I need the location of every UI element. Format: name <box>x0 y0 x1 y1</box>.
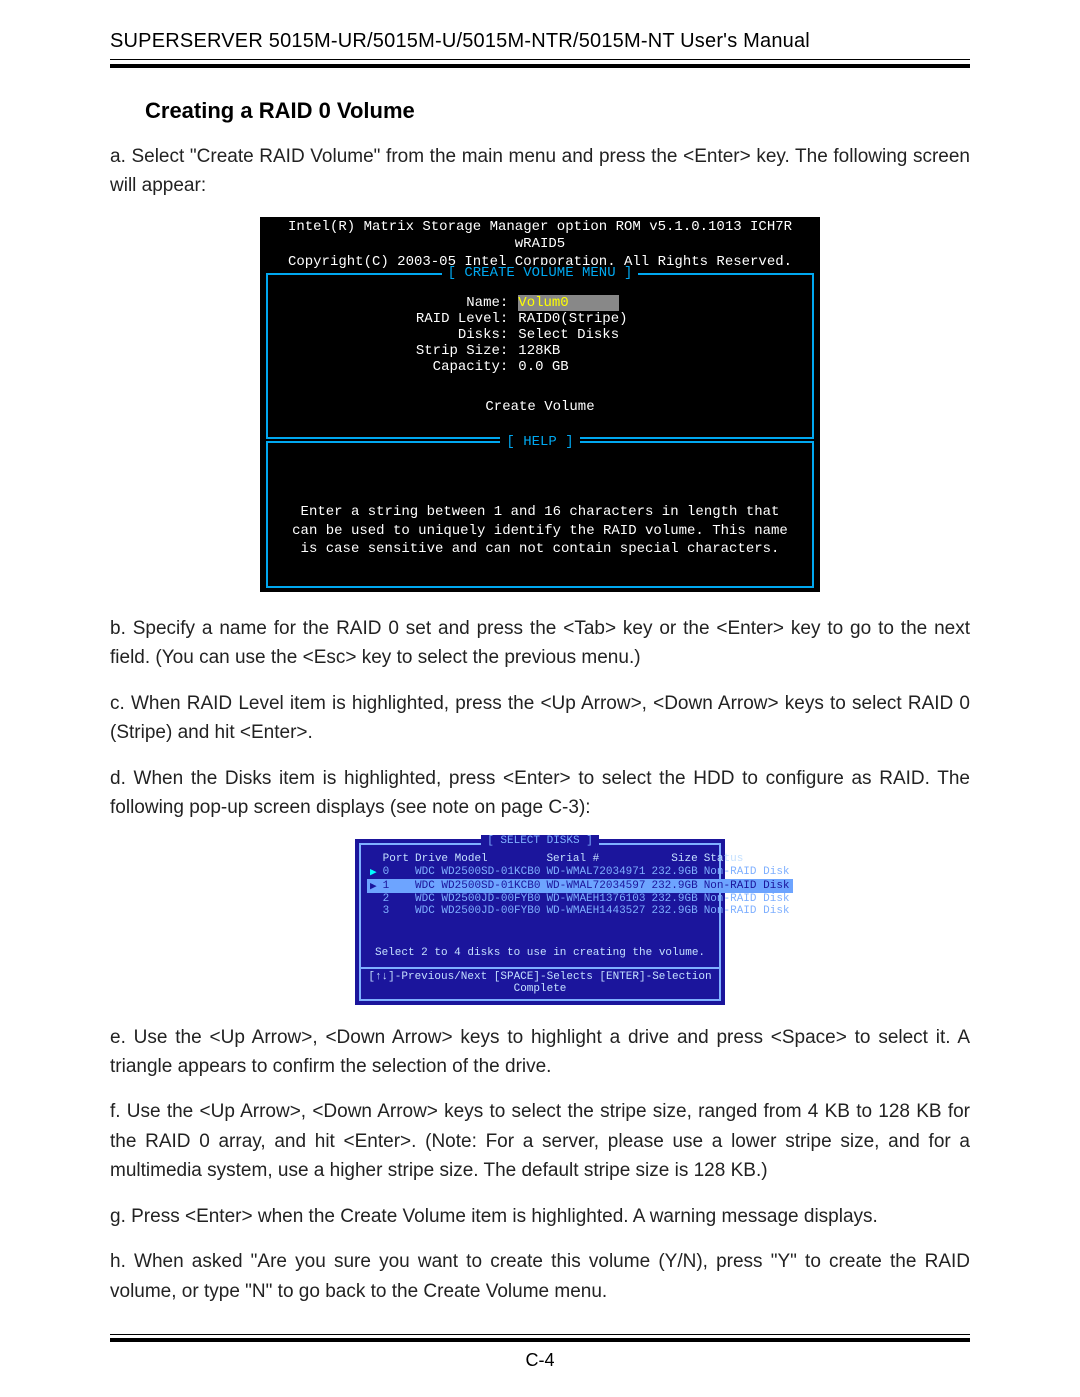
col-model: Drive Model <box>412 853 543 865</box>
bios-value-raid-level[interactable]: RAID0(Stripe) <box>518 311 812 327</box>
bios-create-volume-screen: Intel(R) Matrix Storage Manager option R… <box>260 217 820 592</box>
bios-label-strip-size: Strip Size: <box>268 343 508 359</box>
bios-create-volume-button[interactable]: Create Volume <box>268 389 812 437</box>
footer-rule-thick <box>110 1338 970 1342</box>
paragraph-c: c. When RAID Level item is highlighted, … <box>110 689 970 748</box>
disk-row[interactable]: 3 WDC WD2500JD-00FYB0 WD-WMAEH1443527 23… <box>367 905 793 917</box>
bios-create-menu-title: [ CREATE VOLUME MENU ] <box>442 265 639 281</box>
bios-label-disks: Disks: <box>268 327 508 343</box>
paragraph-f: f. Use the <Up Arrow>, <Down Arrow> keys… <box>110 1097 970 1185</box>
disk-row[interactable]: ▶ 0 WDC WD2500SD-01KCB0 WD-WMAL72034971 … <box>367 865 793 879</box>
disk-table-header: Port Drive Model Serial # Size Status <box>367 853 793 865</box>
header-rule-thick <box>110 64 970 68</box>
paragraph-e: e. Use the <Up Arrow>, <Down Arrow> keys… <box>110 1023 970 1082</box>
paragraph-a: a. Select "Create RAID Volume" from the … <box>110 142 970 201</box>
paragraph-b: b. Specify a name for the RAID 0 set and… <box>110 614 970 673</box>
col-port: Port <box>380 853 412 865</box>
bios-label-raid-level: RAID Level: <box>268 311 508 327</box>
disk-table: Port Drive Model Serial # Size Status ▶ … <box>367 853 793 917</box>
bios-header-line-1: Intel(R) Matrix Storage Manager option R… <box>260 219 820 254</box>
col-status: Status <box>701 853 793 865</box>
popup-instruction: Select 2 to 4 disks to use in creating t… <box>367 917 713 961</box>
page-number: C-4 <box>525 1350 554 1370</box>
footer-rule-thin <box>110 1334 970 1335</box>
bios-value-capacity: 0.0 GB <box>518 359 812 375</box>
bios-value-name[interactable]: Volum0 <box>518 295 618 311</box>
header-rule-thin <box>110 59 970 60</box>
running-header: SUPERSERVER 5015M-UR/5015M-U/5015M-NTR/5… <box>110 30 970 59</box>
bios-label-name: Name: <box>268 295 508 311</box>
select-disks-popup: [ SELECT DISKS ] Port Drive Model Serial… <box>355 839 725 1005</box>
popup-title: [ SELECT DISKS ] <box>481 835 599 847</box>
bios-value-disks[interactable]: Select Disks <box>518 327 812 343</box>
paragraph-d: d. When the Disks item is highlighted, p… <box>110 764 970 823</box>
bios-help-text: Enter a string between 1 and 16 characte… <box>292 503 788 558</box>
disk-row[interactable]: ▶ 1 WDC WD2500SD-01KCB0 WD-WMAL72034597 … <box>367 879 793 893</box>
paragraph-g: g. Press <Enter> when the Create Volume … <box>110 1202 970 1231</box>
triangle-icon <box>367 893 380 905</box>
section-title: Creating a RAID 0 Volume <box>110 98 970 124</box>
popup-footer-keys: [↑↓]-Previous/Next [SPACE]-Selects [ENTE… <box>361 967 719 999</box>
col-size: Size <box>648 853 700 865</box>
triangle-icon <box>367 905 380 917</box>
bios-label-capacity: Capacity: <box>268 359 508 375</box>
bios-value-strip-size[interactable]: 128KB <box>518 343 812 359</box>
col-serial: Serial # <box>543 853 648 865</box>
bios-help-title: [ HELP ] <box>500 434 579 450</box>
triangle-icon: ▶ <box>367 865 380 879</box>
paragraph-h: h. When asked "Are you sure you want to … <box>110 1247 970 1306</box>
triangle-icon: ▶ <box>367 879 380 893</box>
disk-row[interactable]: 2 WDC WD2500JD-00FYB0 WD-WMAEH1376103 23… <box>367 893 793 905</box>
